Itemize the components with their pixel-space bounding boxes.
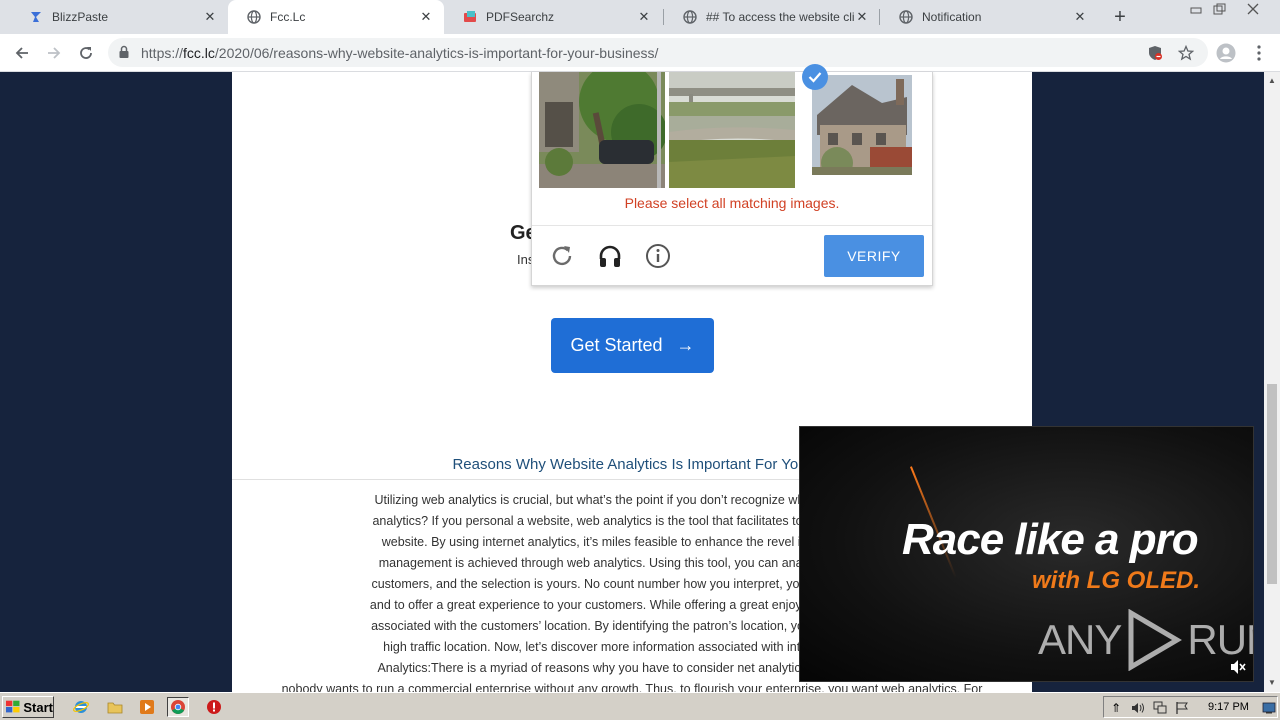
internet-explorer-icon[interactable] — [70, 697, 92, 717]
blocked-popup-icon[interactable] — [1146, 44, 1164, 62]
media-player-icon[interactable] — [136, 697, 158, 717]
captcha-tile-2[interactable] — [669, 72, 795, 188]
captcha-tile-1[interactable] — [539, 72, 665, 188]
info-icon[interactable] — [642, 240, 674, 272]
captcha-tile-3-selected[interactable] — [812, 75, 912, 175]
forward-arrow-icon[interactable] — [42, 41, 66, 65]
divider — [532, 225, 932, 226]
system-tray: ⇑ 9:17 PM — [1103, 696, 1278, 718]
blizzpaste-favicon-icon — [28, 9, 44, 25]
get-started-button[interactable]: Get Started → — [551, 318, 714, 373]
bookmark-star-icon[interactable] — [1177, 44, 1195, 62]
url-text: https://fcc.lc/2020/06/reasons-why-websi… — [141, 45, 659, 61]
start-button[interactable]: Start — [2, 696, 54, 718]
ad-subheadline: with LG OLED. — [1032, 567, 1200, 594]
anyrun-watermark: ANY RUN — [1038, 609, 1253, 671]
refresh-icon[interactable] — [546, 240, 578, 272]
browser-toolbar: https://fcc.lc/2020/06/reasons-why-websi… — [0, 34, 1280, 72]
globe-icon — [898, 9, 914, 25]
tab-pdfsearchz[interactable]: PDFSearchz ✕ — [444, 0, 662, 34]
play-icon — [1128, 609, 1183, 671]
captcha-challenge: Please select all matching images. VERIF… — [531, 64, 933, 286]
scroll-up-icon[interactable]: ▲ — [1268, 76, 1276, 85]
arrow-right-icon: → — [676, 335, 695, 355]
tab-title: Notification — [922, 10, 982, 24]
start-label: Start — [23, 699, 53, 715]
reload-icon[interactable] — [74, 41, 98, 65]
page-scrollbar[interactable]: ▲ ▼ — [1264, 72, 1280, 692]
tab-title: ## To access the website click t — [706, 10, 854, 24]
tab-close-icon[interactable]: ✕ — [636, 9, 652, 25]
volume-icon[interactable] — [1130, 700, 1146, 716]
show-desktop-icon[interactable] — [1261, 700, 1277, 716]
profile-avatar-icon[interactable] — [1215, 42, 1237, 64]
ad-headline: Race like a pro — [902, 515, 1199, 564]
selected-check-icon — [802, 64, 828, 90]
flag-icon[interactable] — [1174, 700, 1190, 716]
windows-logo-icon — [6, 700, 20, 713]
watermark-text: ANY — [1038, 616, 1122, 663]
captcha-error-message: Please select all matching images. — [624, 195, 840, 211]
pdfsearchz-favicon-icon — [462, 9, 478, 25]
window-close-icon[interactable] — [1243, 2, 1263, 16]
back-arrow-icon[interactable] — [10, 41, 34, 65]
windows-taskbar: Start ⇑ 9:17 PM — [0, 692, 1280, 720]
headphones-icon[interactable] — [594, 240, 626, 272]
network-icon[interactable] — [1152, 700, 1168, 716]
tab-access-website[interactable]: ## To access the website click t ✕ — [664, 0, 880, 34]
chrome-icon[interactable] — [167, 697, 189, 717]
tab-title: Fcc.Lc — [270, 10, 306, 24]
tray-expand-icon[interactable]: ⇑ — [1108, 700, 1124, 716]
tab-blizzpaste[interactable]: BlizzPaste ✕ — [10, 0, 228, 34]
scrollbar-thumb[interactable] — [1267, 384, 1277, 584]
tab-close-icon[interactable]: ✕ — [854, 9, 870, 25]
lock-icon — [118, 45, 130, 64]
verify-button[interactable]: VERIFY — [824, 235, 924, 277]
restore-icon[interactable] — [1210, 2, 1230, 16]
tab-fcc-lc[interactable]: Fcc.Lc ✕ — [228, 0, 444, 34]
tab-close-icon[interactable]: ✕ — [418, 9, 434, 25]
address-bar[interactable]: https://fcc.lc/2020/06/reasons-why-websi… — [108, 38, 1208, 67]
globe-icon — [682, 9, 698, 25]
tab-title: BlizzPaste — [52, 10, 109, 24]
get-started-label: Get Started — [570, 335, 663, 355]
scroll-down-icon[interactable]: ▼ — [1268, 678, 1276, 687]
video-ad-overlay[interactable]: Race like a pro with LG OLED. ANY RUN — [799, 426, 1254, 682]
system-clock: 9:17 PM — [1208, 701, 1249, 713]
mute-icon[interactable] — [1228, 657, 1248, 677]
minimize-icon[interactable] — [1186, 2, 1206, 16]
globe-icon — [246, 9, 262, 25]
menu-dots-icon[interactable] — [1248, 42, 1270, 64]
tab-notification[interactable]: Notification ✕ — [880, 0, 1098, 34]
tab-close-icon[interactable]: ✕ — [202, 9, 218, 25]
tab-strip: BlizzPaste ✕ Fcc.Lc ✕ PDFSearchz ✕ ## To… — [0, 0, 1280, 34]
new-tab-button[interactable]: + — [1108, 5, 1132, 29]
alert-app-icon[interactable] — [203, 697, 225, 717]
folder-icon[interactable] — [104, 697, 126, 717]
tab-close-icon[interactable]: ✕ — [1072, 9, 1088, 25]
tab-title: PDFSearchz — [486, 10, 555, 24]
